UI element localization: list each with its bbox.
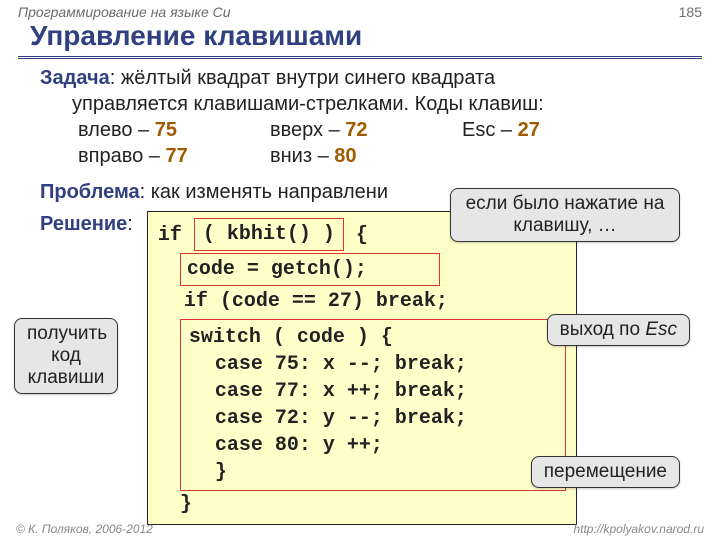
callout-esc-text: выход по xyxy=(560,319,646,340)
key-esc-code: 27 xyxy=(518,119,540,141)
code-case72: case 72: y --; break; xyxy=(215,405,557,432)
solution-label: Решение xyxy=(40,213,127,235)
key-left-label: влево – xyxy=(78,119,155,141)
task-text-1: : жёлтый квадрат внутри синего квадрата xyxy=(110,67,495,89)
callout-move: перемещение xyxy=(531,456,680,488)
task-label: Задача xyxy=(40,67,110,89)
key-right-code: 77 xyxy=(165,145,187,167)
code-brace-open: { xyxy=(356,224,368,247)
page-number: 185 xyxy=(679,4,702,20)
callout-esc-word: Esc xyxy=(645,319,677,340)
code-if: if xyxy=(158,224,182,247)
course-title: Программирование на языке Си xyxy=(18,4,231,20)
key-esc-label: Esc – xyxy=(462,119,518,141)
keys-row: влево – 75 вправо – 77 вверх – 72 вниз –… xyxy=(78,117,690,169)
key-up-label: вверх – xyxy=(270,119,345,141)
task-block: Задача: жёлтый квадрат внутри синего ква… xyxy=(40,65,690,117)
code-brace-close-inner: } xyxy=(215,459,557,486)
slide-title: Управление клавишами xyxy=(30,20,720,52)
key-down-code: 80 xyxy=(334,145,356,167)
callout-getch: получить код клавиши xyxy=(14,318,118,394)
callout-esc: выход по Esc xyxy=(547,314,690,346)
code-case80: case 80: y ++; xyxy=(215,432,557,459)
title-rule xyxy=(18,56,702,59)
key-down-label: вниз – xyxy=(270,145,334,167)
header-bar: Программирование на языке Си 185 xyxy=(0,0,720,20)
key-up-code: 72 xyxy=(345,119,367,141)
code-switch-box: switch ( code ) { case 75: x --; break; … xyxy=(180,319,566,491)
code-case77: case 77: x ++; break; xyxy=(215,378,557,405)
code-switch-line: switch ( code ) { xyxy=(189,324,557,351)
problem-text: : как изменять направлени xyxy=(140,181,388,203)
footer-copyright: © К. Поляков, 2006-2012 xyxy=(16,522,153,536)
keys-col-esc: Esc – 27 xyxy=(462,117,602,169)
key-right-label: вправо – xyxy=(78,145,165,167)
code-box: if ( kbhit() ) { code = getch(); if (cod… xyxy=(147,211,577,525)
keys-col-lr: влево – 75 вправо – 77 xyxy=(78,117,218,169)
solution-colon: : xyxy=(127,213,133,235)
code-kbhit: ( kbhit() ) xyxy=(194,218,344,251)
key-left-code: 75 xyxy=(155,119,177,141)
callout-kbhit: если было нажатие на клавишу, … xyxy=(450,188,680,242)
code-case75: case 75: x --; break; xyxy=(215,351,557,378)
code-esc-line: if (code == 27) break; xyxy=(184,288,566,315)
code-getch: code = getch(); xyxy=(180,253,440,286)
footer-url: http://kpolyakov.narod.ru xyxy=(573,522,704,536)
task-text-2: управляется клавишами-стрелками. Коды кл… xyxy=(72,91,544,117)
keys-col-ud: вверх – 72 вниз – 80 xyxy=(270,117,410,169)
code-brace-close-outer: } xyxy=(180,491,566,518)
footer: © К. Поляков, 2006-2012 http://kpolyakov… xyxy=(0,522,720,536)
problem-label: Проблема xyxy=(40,181,140,203)
